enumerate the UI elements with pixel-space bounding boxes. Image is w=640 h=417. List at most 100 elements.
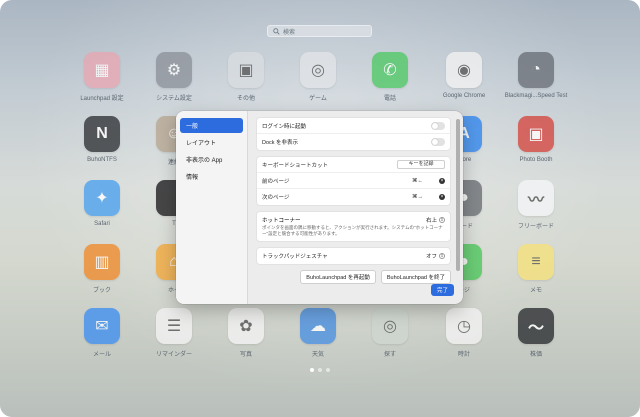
app-item[interactable]: ✉ メール	[62, 308, 142, 358]
hot-corner-description: ポインタを画面の隅に移動すると、アクションが実行されます。システムの"ホットコー…	[262, 225, 443, 236]
app-item[interactable]: ▥ ブック	[62, 244, 142, 294]
hot-corner-label: ホットコーナー	[262, 218, 301, 224]
hot-corner-popup[interactable]: 右上 ⇕	[426, 216, 445, 224]
notes-icon: ≡	[518, 244, 554, 280]
app-item[interactable]: ◷ 時計	[424, 308, 504, 358]
search-field[interactable]: 検索	[267, 25, 372, 37]
record-key-button[interactable]: キーを記録	[397, 160, 445, 169]
app-label: システム設定	[156, 96, 192, 102]
app-label: リマインダー	[155, 352, 192, 358]
sidebar-item-info[interactable]: 情報	[180, 169, 243, 184]
dock-toggle[interactable]	[431, 138, 445, 146]
app-label: 電話	[383, 96, 396, 102]
app-item[interactable]: ▣ Photo Booth	[496, 116, 576, 163]
hot-corner-row: ホットコーナー 右上 ⇕	[257, 212, 450, 225]
app-label: 写真	[239, 352, 252, 358]
grid-icon: ▦	[84, 52, 120, 88]
phone-icon: ✆	[372, 52, 408, 88]
page-dot-3[interactable]	[326, 368, 330, 372]
app-item[interactable]: ▦ Launchpad 設定	[62, 52, 142, 102]
clock-icon: ◷	[446, 308, 482, 344]
prev-page-keys[interactable]: ⌘←	[412, 178, 423, 184]
app-item[interactable]: ◉ Google Chrome	[424, 52, 504, 99]
app-label: 天気	[311, 352, 324, 358]
app-item[interactable]: ✦ Safari	[62, 180, 142, 227]
app-item[interactable]: ☁ 天気	[278, 308, 358, 358]
app-item[interactable]: ◔ Blackmagi...Speed Test	[496, 52, 576, 99]
keyboard-shortcut-label: キーボードショートカット	[262, 162, 329, 169]
restart-button[interactable]: BuhoLaunchpad を再起動	[300, 270, 376, 284]
next-page-keys[interactable]: ⌘→	[412, 194, 423, 200]
login-row: ログイン時に起動	[257, 118, 450, 134]
updown-chevron-icon: ⇕	[439, 253, 445, 259]
page-indicator[interactable]	[310, 368, 330, 372]
folder-icon: ◎	[300, 52, 336, 88]
page-dot-1[interactable]	[310, 368, 314, 372]
app-item[interactable]: ▣ その他	[206, 52, 286, 102]
search-placeholder: 検索	[283, 29, 296, 36]
next-page-label: 次のページ	[262, 195, 290, 201]
gear-icon: ⚙	[156, 52, 192, 88]
trackpad-group: トラックパッドジェスチャ オフ ⇕	[256, 247, 451, 265]
app-label: フリーボード	[517, 224, 554, 230]
app-item[interactable]: N BuhoNTFS	[62, 116, 142, 163]
app-label: メモ	[529, 288, 542, 294]
sidebar-item-layout[interactable]: レイアウト	[180, 135, 243, 150]
app-label: 時計	[457, 352, 470, 358]
login-label: ログイン時に起動	[262, 123, 307, 130]
trackpad-popup[interactable]: オフ ⇕	[426, 252, 445, 260]
app-label: メール	[92, 352, 111, 358]
clear-prev-shortcut-icon[interactable]: ×	[439, 177, 445, 184]
app-label: その他	[236, 96, 255, 102]
app-label: 株価	[529, 352, 542, 358]
quit-button[interactable]: BuhoLaunchpad を終了	[380, 270, 451, 284]
app-label: Blackmagi...Speed Test	[504, 93, 568, 99]
mail-icon: ✉	[84, 308, 120, 344]
updown-chevron-icon: ⇕	[439, 217, 445, 223]
app-item[interactable]: ◎ 探す	[350, 308, 430, 358]
sidebar-item-hidden-apps[interactable]: 非表示の App	[180, 152, 243, 167]
shortcuts-group: キーボードショートカット キーを記録 前のページ ⌘← × 次のページ ⌘→ ×	[256, 156, 451, 206]
app-item[interactable]: 〰フリーボード	[496, 180, 576, 230]
action-buttons: BuhoLaunchpad を再起動 BuhoLaunchpad を終了	[256, 270, 451, 284]
sidebar-item-general[interactable]: 一般	[180, 118, 243, 133]
books-icon: ▥	[84, 244, 120, 280]
launchpad-background: 検索 ▦ Launchpad 設定 ⚙ システム設定 ▣ その他 ◎ ゲーム ✆ 電話 ◉ Googl…	[0, 0, 640, 417]
prev-page-label: 前のページ	[262, 178, 290, 185]
search-icon	[273, 27, 280, 35]
settings-dialog: 一般 レイアウト 非表示の App 情報 ログイン時に起動 Dock を非表示 …	[176, 111, 463, 304]
app-label: Photo Booth	[519, 157, 553, 163]
safari-icon: ✦	[84, 180, 120, 216]
trackpad-label: トラックパッドジェスチャ	[262, 254, 328, 260]
login-toggle[interactable]	[431, 121, 445, 130]
prev-page-row: 前のページ ⌘← ×	[257, 173, 450, 189]
chrome-icon: ◉	[446, 52, 482, 88]
app-item[interactable]: ◎ ゲーム	[278, 52, 358, 102]
folder-icon: ▣	[228, 52, 264, 88]
general-toggles-group: ログイン時に起動 Dock を非表示	[256, 117, 451, 151]
reminders-icon: ☰	[156, 308, 192, 344]
app-item[interactable]: 〜株価	[496, 308, 576, 358]
hot-corner-value: 右上	[425, 218, 437, 224]
scrollbar[interactable]	[456, 119, 460, 271]
app-label: 探す	[383, 352, 396, 358]
findmy-icon: ◎	[372, 308, 408, 344]
app-item[interactable]: ⚙ システム設定	[134, 52, 214, 102]
dock-label: Dock を非表示	[262, 140, 299, 146]
photos-icon: ✿	[228, 308, 264, 344]
app-label: Google Chrome	[442, 93, 486, 99]
done-button[interactable]: 完了	[430, 284, 454, 296]
app-label: Launchpad 設定	[80, 96, 124, 102]
app-label: ゲーム	[309, 96, 327, 102]
clear-next-shortcut-icon[interactable]: ×	[439, 194, 445, 200]
app-item[interactable]: ✿ 写真	[206, 308, 286, 358]
app-item[interactable]: ☰ リマインダー	[134, 308, 214, 358]
app-label: ブック	[92, 288, 111, 294]
app-item[interactable]: ≡ メモ	[496, 244, 576, 294]
page-dot-2[interactable]	[318, 368, 322, 372]
next-page-row: 次のページ ⌘→ ×	[257, 189, 450, 205]
trackpad-value: オフ	[425, 254, 437, 260]
weather-icon: ☁	[300, 308, 336, 344]
app-item[interactable]: ✆ 電話	[350, 52, 430, 102]
trackpad-row: トラックパッドジェスチャ オフ ⇕	[257, 248, 450, 264]
